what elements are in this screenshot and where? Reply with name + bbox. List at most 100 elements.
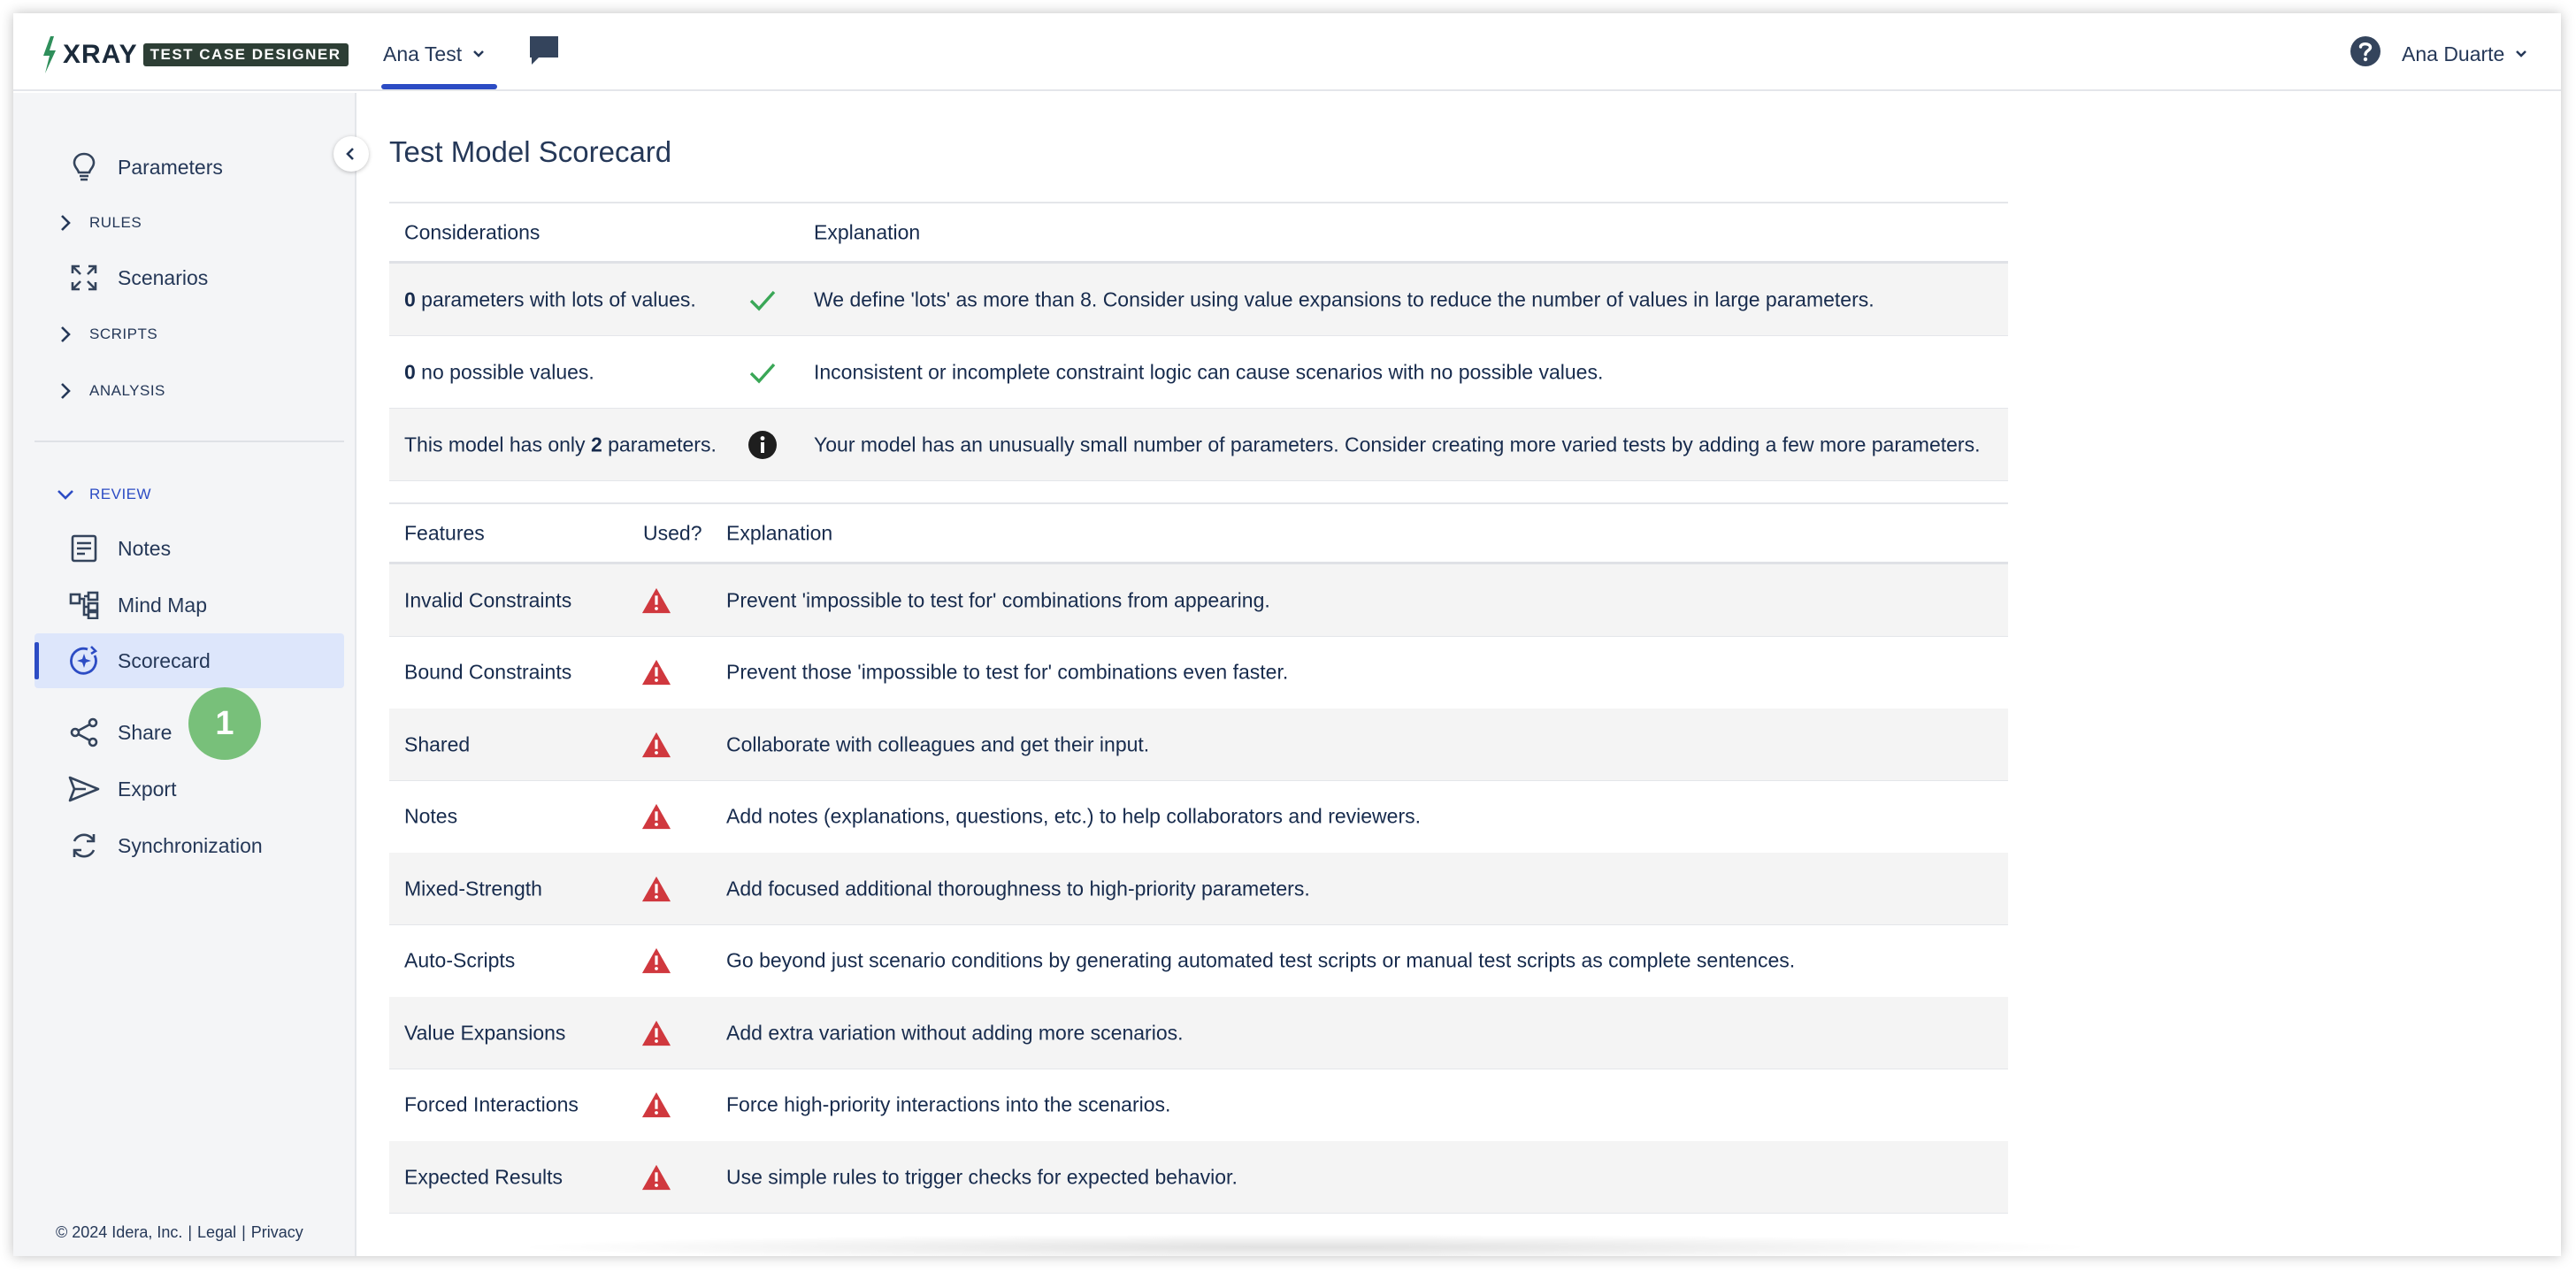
checkmark-icon <box>749 363 776 383</box>
chevron-down-icon <box>2516 50 2527 57</box>
explanation-text: Add notes (explanations, questions, etc.… <box>726 804 1421 828</box>
header-considerations: Considerations <box>404 220 540 243</box>
lightbulb-icon <box>68 151 100 183</box>
footer-separator: | <box>188 1223 193 1241</box>
features-table: Features Used? Explanation Invalid Const… <box>389 502 2008 1228</box>
sidebar-item-scenarios[interactable]: Scenarios <box>34 250 344 305</box>
step-badge: 1 <box>188 687 261 760</box>
table-row: 0 no possible values. Inconsistent or in… <box>389 336 2008 409</box>
chevron-right-icon <box>61 383 71 399</box>
chevron-right-icon <box>61 215 71 231</box>
explanation-text: Use simple rules to trigger checks for e… <box>726 1165 1238 1188</box>
sidebar-section-label: RULES <box>89 214 142 231</box>
app-window: XRAY TEST CASE DESIGNER Ana Test Ana Dua… <box>13 13 2561 1256</box>
header-features: Features <box>404 521 485 544</box>
sidebar-section-rules[interactable]: RULES <box>34 205 344 241</box>
sidebar: Parameters RULES Scenarios SCRIPTS ANALY… <box>13 93 356 1256</box>
sidebar-item-label: Export <box>118 777 177 801</box>
feature-name: Invalid Constraints <box>404 588 572 611</box>
table-header: Features Used? Explanation <box>389 502 2008 564</box>
explanation-text: Prevent those 'impossible to test for' c… <box>726 660 1289 684</box>
table-row: Forced Interactions Force high-priority i… <box>389 1069 2008 1142</box>
sidebar-item-mind-map[interactable]: Mind Map <box>34 578 344 632</box>
warning-icon <box>641 659 671 686</box>
consideration-text: 0 no possible values. <box>404 360 594 383</box>
sync-icon <box>68 830 100 862</box>
feature-name: Bound Constraints <box>404 660 572 684</box>
share-icon <box>68 716 100 748</box>
sidebar-item-label: Parameters <box>118 155 223 179</box>
explanation-text: Go beyond just scenario conditions by ge… <box>726 948 1796 972</box>
sidebar-item-label: Mind Map <box>118 593 207 617</box>
explanation-text: Add extra variation without adding more … <box>726 1021 1184 1044</box>
project-selector[interactable]: Ana Test <box>383 36 485 72</box>
sidebar-item-parameters[interactable]: Parameters <box>34 140 344 195</box>
sidebar-section-review[interactable]: REVIEW <box>34 477 344 512</box>
send-icon <box>68 773 100 805</box>
explanation-text: We define 'lots' as more than 8. Conside… <box>814 287 1874 310</box>
legal-link[interactable]: Legal <box>197 1223 236 1242</box>
warning-icon <box>641 803 671 830</box>
table-row: Notes Add notes (explanations, questions,… <box>389 781 2008 854</box>
consideration-text: 0 parameters with lots of values. <box>404 287 696 310</box>
sidebar-item-label: Scorecard <box>118 648 211 672</box>
explanation-text: Your model has an unusually small number… <box>814 433 1981 456</box>
table-header: Considerations Explanation <box>389 202 2008 264</box>
active-tab-indicator <box>381 84 497 89</box>
copyright-text: © 2024 Idera, Inc. <box>56 1223 183 1241</box>
explanation-text: Inconsistent or incomplete constraint lo… <box>814 360 1604 383</box>
active-indicator <box>34 642 39 679</box>
notes-icon <box>68 533 100 564</box>
sidebar-collapse-button[interactable] <box>334 136 369 172</box>
help-icon[interactable] <box>2349 34 2382 68</box>
feature-name: Expected Results <box>404 1165 563 1188</box>
sidebar-item-label: Synchronization <box>118 833 263 857</box>
chevron-left-icon <box>346 148 354 160</box>
table-row: Expected Results Use simple rules to trig… <box>389 1141 2008 1214</box>
sidebar-section-label: ANALYSIS <box>89 382 165 399</box>
user-name: Ana Duarte <box>2402 42 2505 65</box>
feature-name: Shared <box>404 732 471 755</box>
user-menu[interactable]: Ana Duarte <box>2402 36 2527 72</box>
header-explanation: Explanation <box>726 521 833 544</box>
sidebar-item-label: Notes <box>118 536 172 560</box>
sidebar-item-scorecard[interactable]: Scorecard <box>34 633 344 688</box>
top-bar: XRAY TEST CASE DESIGNER Ana Test Ana Dua… <box>13 13 2561 91</box>
privacy-link[interactable]: Privacy <box>251 1223 303 1242</box>
sidebar-item-export[interactable]: Export <box>34 762 344 816</box>
chat-icon[interactable] <box>526 33 562 68</box>
warning-icon <box>641 1164 671 1190</box>
info-icon <box>748 430 777 459</box>
xray-logo[interactable]: XRAY TEST CASE DESIGNER <box>40 33 349 77</box>
explanation-text: Add focused additional thoroughness to h… <box>726 877 1310 900</box>
table-row: 0 parameters with lots of values. We def… <box>389 264 2008 336</box>
explanation-text: Force high-priority interactions into th… <box>726 1092 1171 1116</box>
header-used: Used? <box>643 521 702 544</box>
header-explanation: Explanation <box>814 220 921 243</box>
table-row: This model has only 2 parameters. Your m… <box>389 409 2008 481</box>
considerations-table: Considerations Explanation 0 parameters … <box>389 202 2008 495</box>
expand-arrows-icon <box>68 262 100 294</box>
warning-icon <box>641 1020 671 1046</box>
warning-icon <box>641 1092 671 1118</box>
sidebar-item-notes[interactable]: Notes <box>34 521 344 576</box>
sidebar-section-label: REVIEW <box>89 486 152 502</box>
scorecard-icon <box>68 645 100 677</box>
table-row: Bound Constraints Prevent those 'impossib… <box>389 637 2008 709</box>
sidebar-divider <box>34 441 344 442</box>
feature-name: Mixed-Strength <box>404 877 542 900</box>
sidebar-section-analysis[interactable]: ANALYSIS <box>34 373 344 409</box>
consideration-text: This model has only 2 parameters. <box>404 433 717 456</box>
warning-icon <box>641 947 671 974</box>
warning-icon <box>641 876 671 901</box>
sidebar-item-label: Share <box>118 720 172 744</box>
logo-subtext: TEST CASE DESIGNER <box>142 43 349 66</box>
checkmark-icon <box>749 290 776 310</box>
table-row: Mixed-Strength Add focused additional tho… <box>389 853 2008 925</box>
mind-map-icon <box>68 589 100 621</box>
footer-separator: | <box>242 1223 246 1241</box>
sidebar-section-scripts[interactable]: SCRIPTS <box>34 317 344 352</box>
logo-text: XRAY <box>63 40 138 69</box>
page-title: Test Model Scorecard <box>389 135 672 168</box>
sidebar-item-synchronization[interactable]: Synchronization <box>34 818 344 873</box>
